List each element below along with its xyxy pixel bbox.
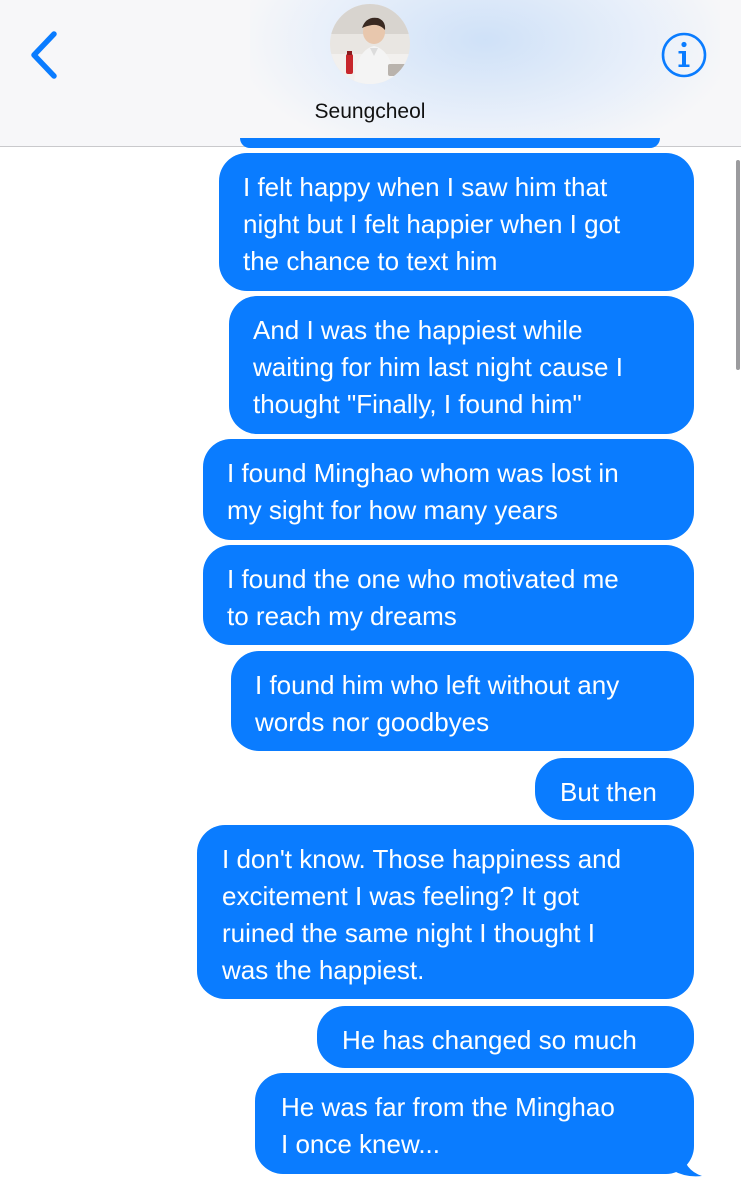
message-bubble[interactable]: And I was the happiest while waiting for… (229, 296, 694, 434)
message-bubble[interactable]: But then (535, 758, 694, 820)
message-bubble[interactable]: I found the one who motivated me to reac… (203, 545, 694, 645)
contact-avatar[interactable] (330, 4, 410, 84)
message-bubble[interactable]: I felt happy when I saw him that night b… (219, 153, 694, 291)
partial-message-bubble (240, 138, 660, 148)
scroll-indicator[interactable] (736, 160, 740, 370)
message-bubble[interactable]: He has changed so much (317, 1006, 694, 1068)
header-background-glow (250, 0, 720, 146)
chevron-left-icon (31, 31, 57, 79)
conversation-header: Seungcheol (0, 0, 741, 147)
message-bubble[interactable]: I found him who left without any words n… (231, 651, 694, 751)
message-bubble-tail (668, 1150, 708, 1178)
avatar-photo (330, 4, 410, 84)
info-button[interactable] (660, 31, 708, 79)
back-button[interactable] (22, 28, 70, 82)
info-circle-icon (661, 32, 707, 78)
message-bubble[interactable]: He was far from the Minghao I once knew.… (255, 1073, 694, 1174)
message-bubble[interactable]: I found Minghao whom was lost in my sigh… (203, 439, 694, 540)
message-bubble[interactable]: I don't know. Those happiness and excite… (197, 825, 694, 999)
contact-name[interactable]: Seungcheol (270, 100, 470, 124)
